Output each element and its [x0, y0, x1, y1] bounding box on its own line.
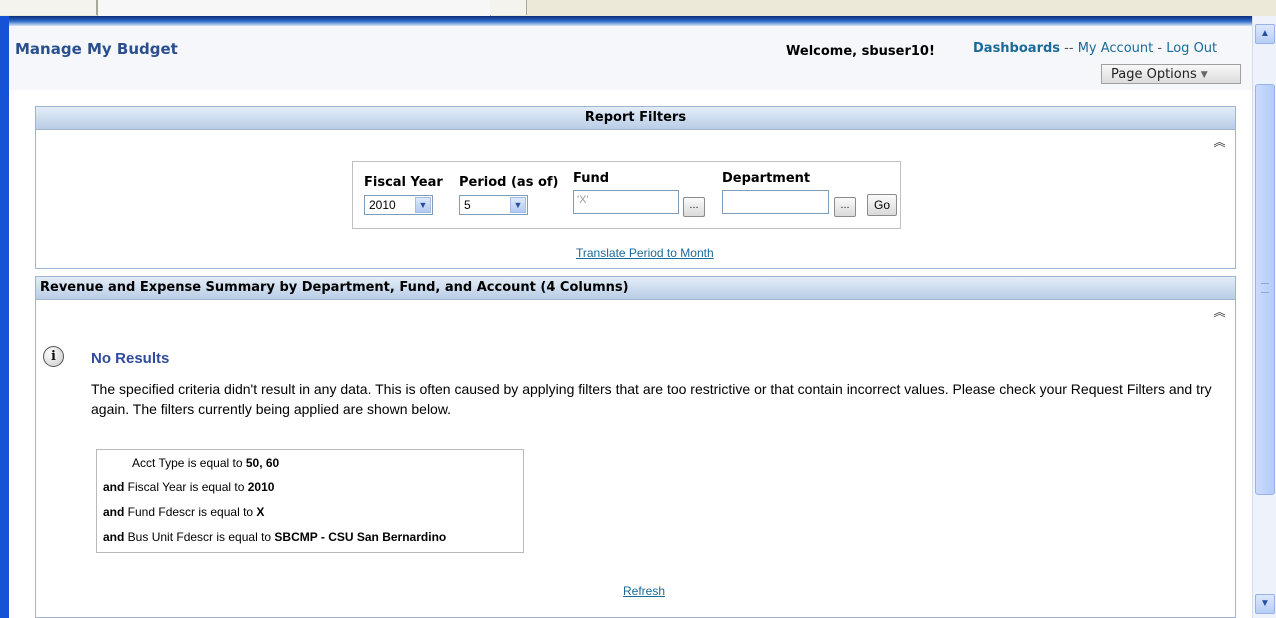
summary-panel: Revenue and Expense Summary by Departmen…	[35, 276, 1236, 618]
info-icon: i	[43, 346, 64, 367]
period-value: 5	[464, 198, 471, 212]
condition-value: 50, 60	[245, 456, 280, 470]
department-browse-button[interactable]: ...	[834, 197, 856, 217]
scroll-down-arrow-icon[interactable]: ▼	[1255, 594, 1275, 614]
condition-and: and	[103, 480, 125, 494]
filter-form: Fiscal Year 2010 ▼ Period (as of) 5 ▼ Fu…	[352, 161, 901, 229]
nav-separator: -	[1157, 41, 1163, 56]
header: Manage My Budget Welcome, sbuser10! Dash…	[9, 26, 1252, 90]
go-button[interactable]: Go	[867, 194, 897, 216]
applied-filters-box: Acct Type is equal to 50, 60 and Fiscal …	[96, 449, 524, 553]
window-edge	[0, 16, 9, 618]
period-select[interactable]: 5 ▼	[459, 195, 528, 215]
condition-text: Bus Unit Fdescr is equal to	[124, 530, 275, 544]
fiscal-year-select[interactable]: 2010 ▼	[364, 195, 433, 215]
log-out-link[interactable]: Log Out	[1166, 41, 1217, 56]
condition-text: Fund Fdescr is equal to	[124, 505, 257, 519]
translate-period-link[interactable]: Translate Period to Month	[576, 246, 714, 260]
page-options-label: Page Options	[1111, 67, 1197, 82]
period-label: Period (as of)	[459, 175, 559, 190]
report-filters-title: Report Filters	[36, 107, 1235, 130]
condition-value: SBCMP - CSU San Bernardino	[274, 530, 447, 544]
browser-tab-strip	[0, 0, 1276, 17]
vertical-scrollbar[interactable]: ▲ ▼	[1252, 16, 1276, 618]
filter-condition: Acct Type is equal to 50, 60	[132, 456, 279, 470]
condition-text: Fiscal Year is equal to	[124, 480, 248, 494]
scroll-grip	[1261, 283, 1269, 293]
dashboards-link[interactable]: Dashboards	[973, 41, 1060, 56]
condition-value: X	[256, 505, 265, 519]
welcome-message: Welcome, sbuser10!	[786, 44, 935, 59]
filter-condition: and Fiscal Year is equal to 2010	[103, 480, 274, 494]
chevron-down-icon: ▼	[1200, 70, 1208, 80]
app-title: Manage My Budget	[15, 40, 178, 58]
browser-tab-active[interactable]	[97, 0, 491, 17]
condition-and: and	[103, 530, 125, 544]
refresh-link[interactable]: Refresh	[623, 584, 665, 598]
condition-text: Acct Type is equal to	[132, 456, 246, 470]
top-nav-links: Dashboards -- My Account - Log Out	[973, 41, 1217, 56]
condition-value: 2010	[247, 480, 275, 494]
fund-label: Fund	[573, 171, 610, 186]
fiscal-year-label: Fiscal Year	[364, 175, 443, 190]
page-options-button[interactable]: Page Options ▼	[1101, 64, 1241, 84]
header-accent-bar	[9, 16, 1252, 26]
scrollbar-thumb[interactable]	[1255, 84, 1275, 495]
nav-separator: --	[1064, 41, 1074, 56]
chevron-down-icon: ▼	[510, 197, 526, 213]
summary-title: Revenue and Expense Summary by Departmen…	[36, 277, 1235, 300]
scroll-up-arrow-icon[interactable]: ▲	[1255, 24, 1275, 44]
filter-condition: and Fund Fdescr is equal to X	[103, 505, 264, 519]
chevron-down-icon: ▼	[415, 197, 431, 213]
page: Manage My Budget Welcome, sbuser10! Dash…	[9, 16, 1252, 618]
filter-condition: and Bus Unit Fdescr is equal to SBCMP - …	[103, 530, 446, 544]
browser-tab[interactable]	[0, 0, 97, 15]
my-account-link[interactable]: My Account	[1078, 41, 1154, 56]
browser-tab-new[interactable]	[490, 0, 527, 15]
fiscal-year-value: 2010	[369, 198, 396, 212]
condition-and: and	[103, 505, 125, 519]
fund-input[interactable]: 'X'	[573, 190, 679, 214]
no-results-title: No Results	[91, 350, 170, 367]
department-label: Department	[722, 171, 811, 186]
fund-browse-button[interactable]: ...	[683, 197, 705, 217]
report-filters-panel: Report Filters ︽ Fiscal Year 2010 ▼ Peri…	[35, 106, 1236, 269]
department-input[interactable]	[722, 190, 829, 214]
double-chevron-up-icon[interactable]: ︽	[1213, 306, 1226, 319]
double-chevron-up-icon[interactable]: ︽	[1213, 136, 1226, 149]
no-results-message: The specified criteria didn't result in …	[91, 381, 1212, 417]
